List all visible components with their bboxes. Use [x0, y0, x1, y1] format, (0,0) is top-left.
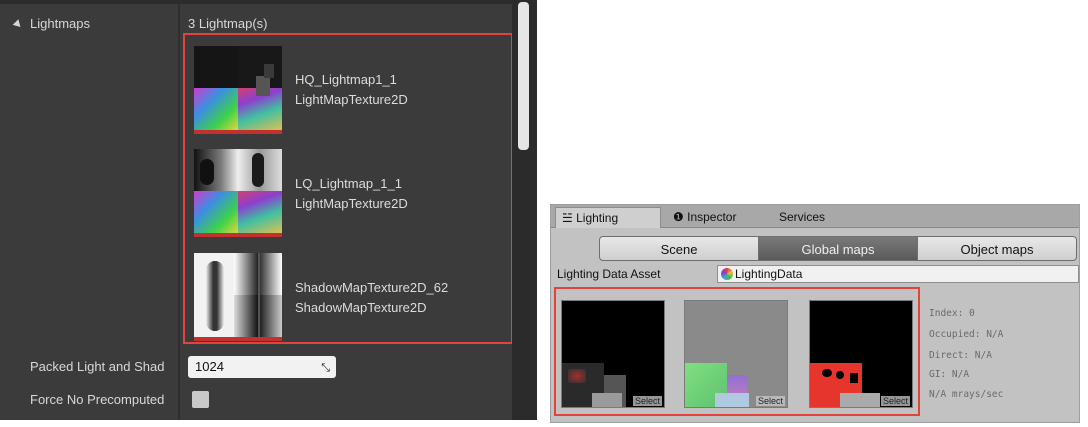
info-index: Index: 0: [929, 308, 975, 319]
tab-lighting[interactable]: ☱ Lighting: [555, 207, 661, 228]
packed-light-label: Packed Light and Shad: [30, 359, 165, 374]
global-map-1-preview[interactable]: Select: [561, 300, 665, 408]
lighting-data-asset-label: Lighting Data Asset: [557, 267, 661, 281]
panel-top-border: [0, 0, 512, 4]
mode-object-maps-button[interactable]: Object maps: [917, 236, 1077, 261]
unreal-details-panel: Lightmaps 3 Lightmap(s) HQ_Lightmap1_1 L…: [0, 0, 537, 420]
shadowmap-thumbnail[interactable]: [194, 253, 282, 341]
lightmaps-section-label: Lightmaps: [30, 16, 90, 31]
unity-lighting-window: ☱ Lighting ❶ Inspector Services Scene Gl…: [550, 204, 1080, 423]
collapse-arrow-icon[interactable]: [12, 19, 24, 30]
tab-lighting-label: Lighting: [576, 211, 619, 225]
global-map-3-preview[interactable]: Select: [809, 300, 913, 408]
column-divider[interactable]: [178, 4, 180, 420]
lightmap-count: 3 Lightmap(s): [188, 16, 268, 31]
lightmap-3-name: ShadowMapTexture2D_62: [295, 280, 449, 295]
info-occupied: Occupied: N/A: [929, 329, 1004, 340]
tab-inspector-label: Inspector: [687, 210, 737, 224]
info-mrays: N/A mrays/sec: [929, 389, 1004, 400]
force-no-precomputed-label: Force No Precomputed: [30, 392, 165, 407]
lightmap-2-name: LQ_Lightmap_1_1: [295, 176, 402, 191]
lighting-data-icon: [721, 268, 733, 280]
tab-services-label: Services: [779, 210, 826, 224]
thumbnail-type-band: [194, 130, 282, 134]
select-button[interactable]: Select: [880, 396, 910, 406]
lightmap-3-type: ShadowMapTexture2D: [295, 300, 427, 315]
tab-inspector[interactable]: ❶ Inspector: [673, 207, 773, 227]
select-button[interactable]: Select: [632, 396, 662, 406]
lq-lightmap-thumbnail[interactable]: [194, 149, 282, 237]
thumbnail-type-band: [194, 233, 282, 237]
info-direct: Direct: N/A: [929, 350, 992, 361]
mode-global-maps-button[interactable]: Global maps: [758, 236, 918, 261]
global-map-2-preview[interactable]: Select: [684, 300, 788, 408]
scrollbar-thumb[interactable]: [518, 2, 529, 150]
select-button[interactable]: Select: [755, 396, 785, 406]
packed-light-value: 1024: [195, 359, 224, 374]
lightmap-1-name: HQ_Lightmap1_1: [295, 72, 397, 87]
info-icon: ❶: [673, 210, 684, 224]
thumbnail-type-band: [194, 337, 282, 341]
sliders-icon: ☱: [562, 211, 573, 225]
lightmap-2-type: LightMapTexture2D: [295, 196, 408, 211]
tab-services[interactable]: Services: [779, 207, 849, 227]
lighting-data-value: LightingData: [735, 267, 803, 281]
resize-arrows-icon[interactable]: ⤡: [321, 361, 330, 375]
lightmap-1-type: LightMapTexture2D: [295, 92, 408, 107]
hq-lightmap-thumbnail[interactable]: [194, 46, 282, 134]
info-gi: GI: N/A: [929, 369, 970, 380]
lighting-data-field[interactable]: LightingData: [717, 265, 1079, 283]
packed-light-input[interactable]: 1024 ⤡: [188, 356, 336, 378]
mode-scene-button[interactable]: Scene: [599, 236, 759, 261]
force-no-precomputed-checkbox[interactable]: [192, 391, 209, 408]
